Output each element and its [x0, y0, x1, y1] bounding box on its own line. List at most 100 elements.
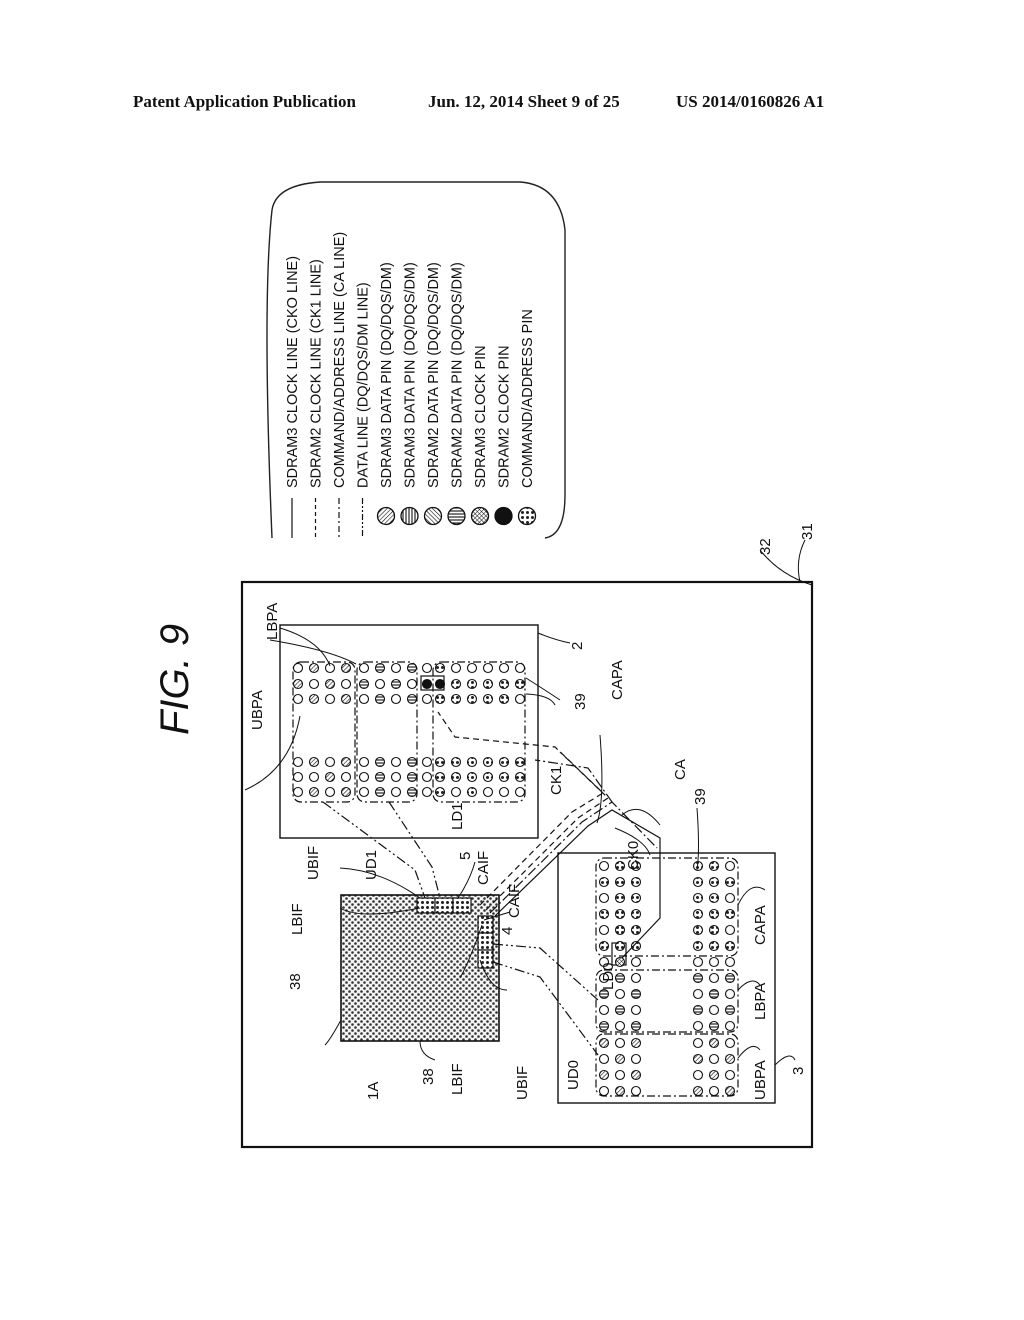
pin — [374, 693, 386, 705]
pin — [692, 908, 704, 920]
pin — [708, 860, 720, 872]
legend-label: COMMAND/ADDRESS LINE (CA LINE) — [332, 232, 348, 488]
pin — [724, 988, 736, 1000]
pin — [614, 892, 626, 904]
legend-item: SDRAM3 DATA PIN (DQ/DQS/DM) — [400, 262, 419, 526]
pin — [630, 876, 642, 888]
pin — [358, 662, 370, 674]
pin — [374, 771, 386, 783]
label-caif-top: CAIF — [475, 851, 492, 885]
label-ck1: CK1 — [548, 766, 565, 795]
pin — [708, 876, 720, 888]
pin — [421, 693, 433, 705]
horizontal-hatch-circle-icon — [447, 506, 466, 526]
legend-label: SDRAM2 DATA PIN (DQ/DQS/DM) — [450, 262, 466, 488]
reverse-diagonal-hatch-circle-icon — [423, 506, 443, 526]
pin — [514, 678, 526, 690]
pin — [692, 1085, 704, 1097]
pin — [724, 924, 736, 936]
pin — [724, 1020, 736, 1032]
pin — [308, 756, 320, 768]
label-ubif-top: UBIF — [305, 846, 322, 880]
pin — [308, 786, 320, 798]
pin — [434, 678, 446, 690]
pin — [630, 892, 642, 904]
pin — [630, 1053, 642, 1065]
pin — [450, 662, 462, 674]
pin — [406, 771, 418, 783]
pin — [630, 988, 642, 1000]
pin — [614, 1069, 626, 1081]
label-capa-bottom: CAPA — [752, 905, 769, 945]
label-sdram-top: 2 — [569, 642, 586, 650]
pin — [374, 678, 386, 690]
pin — [630, 972, 642, 984]
legend-item: SDRAM2 DATA PIN (DQ/DQS/DM) — [447, 262, 466, 526]
pin — [340, 786, 352, 798]
pin — [340, 693, 352, 705]
pin — [598, 892, 610, 904]
pin — [692, 972, 704, 984]
pin — [630, 1085, 642, 1097]
pin — [450, 786, 462, 798]
diagonal-hatch-circle-icon — [376, 506, 396, 526]
pin — [724, 1069, 736, 1081]
pin — [724, 940, 736, 952]
pin — [434, 756, 446, 768]
pin — [421, 756, 433, 768]
pin — [724, 956, 736, 968]
pin — [708, 908, 720, 920]
pin — [598, 1037, 610, 1049]
pin — [724, 1053, 736, 1065]
pin — [340, 756, 352, 768]
pin — [708, 1020, 720, 1032]
sdram-2-package — [279, 624, 539, 839]
pin — [406, 786, 418, 798]
legend-label: SDRAM2 CLOCK LINE (CK1 LINE) — [309, 259, 325, 488]
label-ld0: LD0 — [600, 962, 617, 990]
label-board-surface: 32 — [757, 538, 774, 555]
patent-figure: FIG. 9 SDRAM3 CLOCK LINE (CKO LINE) SDRAM… — [153, 181, 816, 1149]
pin — [724, 1085, 736, 1097]
pin — [598, 1020, 610, 1032]
pin — [482, 786, 494, 798]
pin — [692, 876, 704, 888]
pin — [498, 662, 510, 674]
pin — [340, 662, 352, 674]
pin — [308, 693, 320, 705]
pin — [630, 1004, 642, 1016]
pin — [614, 1020, 626, 1032]
pin — [692, 1053, 704, 1065]
pin — [614, 940, 626, 952]
pin — [598, 1069, 610, 1081]
label-sdram-bottom: 3 — [790, 1067, 807, 1075]
pin — [340, 771, 352, 783]
pin — [630, 1069, 642, 1081]
pin — [466, 771, 478, 783]
pin — [406, 662, 418, 674]
pin — [450, 756, 462, 768]
label-lbif-top: LBIF — [289, 903, 306, 935]
filled-circle-icon — [494, 506, 513, 526]
legend-label: SDRAM2 DATA PIN (DQ/DQS/DM) — [426, 262, 442, 488]
label-if-bottom: 4 — [499, 927, 516, 935]
pin — [724, 1004, 736, 1016]
label-ubpa-bottom: UBPA — [752, 1060, 769, 1100]
pin — [614, 908, 626, 920]
cross-hatch-circle-icon — [470, 506, 490, 526]
ld0-line — [492, 943, 599, 1001]
pin — [421, 771, 433, 783]
pin — [614, 1053, 626, 1065]
pin — [498, 678, 510, 690]
label-lbif-bottom: LBIF — [449, 1063, 466, 1095]
pin — [514, 756, 526, 768]
legend-item: SDRAM3 CLOCK LINE (CKO LINE) — [285, 256, 301, 538]
pin — [450, 693, 462, 705]
pin — [406, 678, 418, 690]
pin — [434, 662, 446, 674]
label-pin-bottom: 39 — [692, 788, 709, 805]
pin — [482, 678, 494, 690]
legend-item: SDRAM2 DATA PIN (DQ/DQS/DM) — [423, 262, 443, 526]
pin — [614, 860, 626, 872]
legend-label: DATA LINE (DQ/DQS/DM LINE) — [356, 282, 372, 488]
